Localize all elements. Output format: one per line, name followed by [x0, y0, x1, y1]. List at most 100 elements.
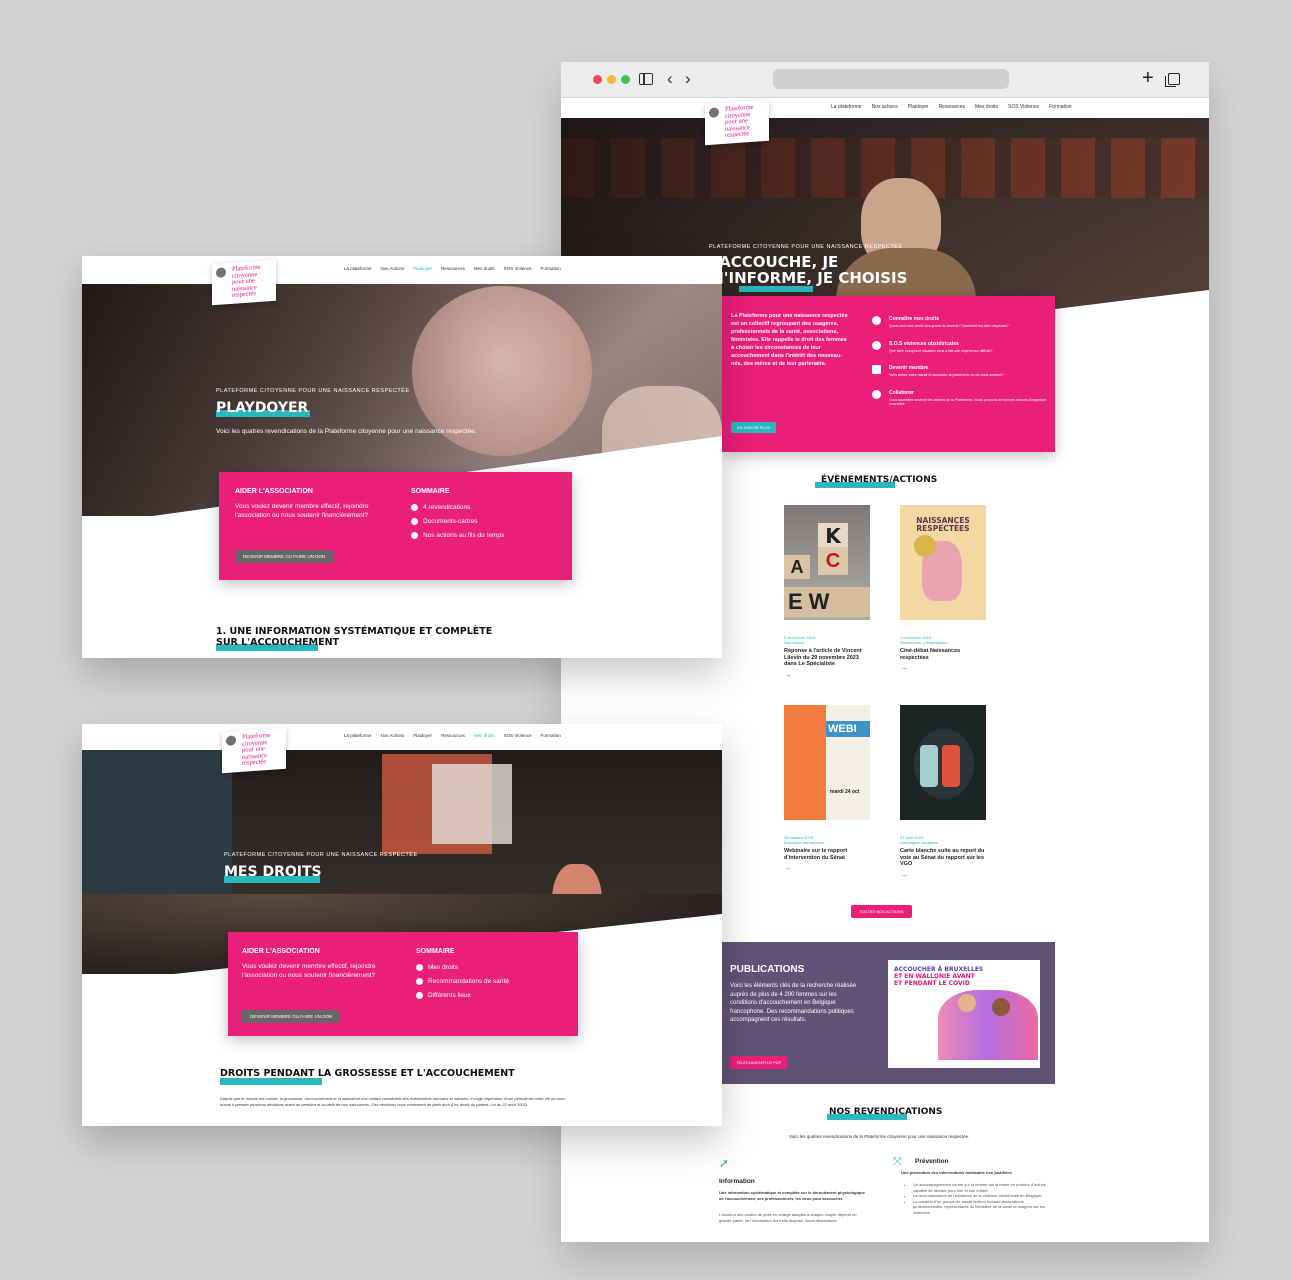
intro-item-member[interactable]: Devenir membre Vous aimez notre travail e…: [872, 365, 1047, 378]
prevention-lead: Une prévention des interventions médical…: [901, 1170, 1012, 1175]
summary-item[interactable]: Recommandations de santé: [416, 978, 509, 985]
event-card[interactable]: NAISSANCES RESPECTÉES 1 novembre 2023 Re…: [900, 505, 988, 672]
summary-item[interactable]: Différents lieux: [416, 992, 509, 999]
mes-droits-pink-box: AIDER L'ASSOCIATION Vous voulez devenir …: [228, 932, 578, 1036]
summary-item[interactable]: Nos actions au fils du temps: [411, 532, 504, 539]
id-card-icon: [872, 365, 881, 374]
site-logo[interactable]: Plateforme citoyenne pour une naissance …: [705, 99, 769, 145]
nav-nos-actions[interactable]: Nos Actions: [381, 266, 405, 271]
help-text: Vous voulez devenir membre effectif, rej…: [235, 503, 369, 519]
plaidoyer-nav: La plateforme Nos Actions Plaidoyer Ress…: [344, 266, 561, 271]
nav-sos-violence[interactable]: SOS Violence: [504, 266, 532, 271]
intro-text: La Plateforme pour une naissance respect…: [731, 313, 848, 367]
publications-title: PUBLICATIONS: [730, 964, 805, 975]
nav-la-plateforme[interactable]: La plateforme: [344, 266, 372, 271]
mes-droits-navbar: La plateforme Nos Actions Plaidoyer Ress…: [82, 724, 722, 750]
become-member-button[interactable]: DEVENIR MEMBRE OU FAIRE UN DON: [242, 1010, 341, 1023]
publications-block: PUBLICATIONS Voici les éléments clés de …: [722, 942, 1055, 1084]
sidebar-toggle-icon[interactable]: [639, 73, 653, 85]
event-image-blocks: K A C EW: [784, 505, 870, 620]
nav-mes-droits[interactable]: Mes droits: [975, 104, 998, 110]
information-lead: Une information systématique et complète…: [719, 1190, 865, 1201]
events-heading: ÉVÈNEMENTS/ACTIONS: [821, 475, 938, 485]
maximize-window-button[interactable]: [621, 75, 630, 84]
forward-chevron-icon[interactable]: ›: [685, 70, 691, 88]
mes-droits-nav: La plateforme Nos Actions Plaidoyer Ress…: [344, 733, 561, 738]
minimize-window-button[interactable]: [607, 75, 616, 84]
event-image-traffic-light: [900, 705, 986, 820]
plaidoyer-page: La plateforme Nos Actions Plaidoyer Ress…: [82, 256, 722, 658]
publication-cover-title: ACCOUCHER À BRUXELLES ET EN WALLONIE AVA…: [894, 966, 984, 987]
back-chevron-icon[interactable]: ‹: [667, 70, 673, 88]
mes-droits-body: Depuis que le monde est monde, la grosse…: [220, 1096, 566, 1107]
nav-sos-violence[interactable]: SOS Violence: [1008, 104, 1039, 110]
plaidoyer-navbar: La plateforme Nos Actions Plaidoyer Ress…: [82, 256, 722, 284]
help-text: Vous voulez devenir membre effectif, rej…: [242, 963, 376, 979]
intro-links: Connaître mes droits Quels sont mes droit…: [872, 316, 1047, 407]
intro-box: La Plateforme pour une naissance respect…: [722, 296, 1055, 452]
nav-sos-violence[interactable]: SOS Violence: [504, 733, 532, 738]
summary-item[interactable]: 4 revendications: [411, 504, 504, 511]
event-card[interactable]: K A C EW 5 décembre 2023 Non classé Répo…: [784, 505, 872, 679]
arrow-right-icon: →: [784, 669, 792, 679]
summary-item[interactable]: Documents-cadres: [411, 518, 504, 525]
nav-formation[interactable]: Formation: [541, 266, 561, 271]
nav-ressources[interactable]: Ressources: [441, 733, 465, 738]
nav-nos-actions[interactable]: Nos actions: [872, 104, 898, 110]
nav-plaidoyer[interactable]: Plaidoyer: [908, 104, 929, 110]
publications-text: Voici les éléments clés de la recherche …: [730, 983, 857, 1023]
nav-ressources[interactable]: Ressources: [939, 104, 965, 110]
prevention-title: Prévention: [915, 1158, 949, 1165]
plaidoyer-kicker: PLATEFORME CITOYENNE POUR UNE NAISSANCE …: [216, 388, 410, 394]
information-body: L'accès à des modes de prise en charge a…: [719, 1212, 857, 1223]
hero-kicker: PLATEFORME CITOYENNE POUR UNE NAISSANCE …: [709, 244, 903, 250]
intro-more-button[interactable]: EN SAVOIR PLUS: [731, 422, 777, 433]
summary-list: 4 revendications Documents-cadres Nos ac…: [411, 504, 504, 539]
all-actions-button[interactable]: TOUTES NOS ACTIONS: [851, 905, 912, 918]
nav-mes-droits[interactable]: Mes droits: [474, 266, 495, 271]
publication-cover-image[interactable]: ACCOUCHER À BRUXELLES ET EN WALLONIE AVA…: [888, 960, 1040, 1068]
summary-item[interactable]: Mes droits: [416, 964, 509, 971]
download-pdf-button[interactable]: TÉLÉCHARGER LE PDF: [730, 1056, 788, 1069]
paper-plane-icon: ➚: [719, 1156, 730, 1170]
handshake-icon: [872, 389, 881, 399]
close-window-button[interactable]: [593, 75, 602, 84]
plaidoyer-pink-box: AIDER L'ASSOCIATION Vous voulez devenir …: [219, 472, 572, 580]
expand-arrows-icon: ⤧: [893, 1156, 902, 1168]
intro-item-rights[interactable]: Connaître mes droits Quels sont mes droit…: [872, 316, 1047, 329]
mes-droits-kicker: PLATEFORME CITOYENNE POUR UNE NAISSANCE …: [224, 852, 418, 858]
intro-item-sos[interactable]: S.O.S violences obstétricales Que faire l…: [872, 340, 1047, 354]
location-arrow-icon: [416, 992, 423, 999]
information-title: Information: [719, 1178, 755, 1185]
arrow-right-icon: →: [784, 863, 792, 872]
nav-plaidoyer[interactable]: Plaidoyer: [413, 733, 432, 738]
clock-icon: [411, 532, 418, 539]
new-tab-plus-icon[interactable]: +: [1142, 68, 1154, 88]
summary-title: SOMMAIRE: [411, 488, 450, 495]
nav-la-plateforme[interactable]: La plateforme: [344, 733, 372, 738]
event-card[interactable]: WEBI mardi 24 oct 26 octobre 2023 Éducat…: [784, 705, 872, 872]
summary-list: Mes droits Recommandations de santé Diff…: [416, 964, 509, 999]
nav-la-plateforme[interactable]: La plateforme: [831, 104, 862, 110]
site-logo[interactable]: Plateforme citoyenne pour une naissance …: [222, 727, 286, 773]
tab-overview-icon[interactable]: [1165, 73, 1180, 87]
nav-formation[interactable]: Formation: [1049, 104, 1072, 110]
become-member-button[interactable]: DEVENIR MEMBRE OU FAIRE UN DON: [235, 550, 334, 563]
plaidoyer-section-title: 1. UNE INFORMATION SYSTÉMATIQUE ET COMPL…: [216, 626, 493, 648]
intro-item-collaborate[interactable]: Collaborer Vous souhaitez soutenir les ac…: [872, 389, 1047, 407]
nav-plaidoyer[interactable]: Plaidoyer: [413, 266, 432, 271]
address-bar[interactable]: [773, 69, 1009, 89]
phone-icon: [872, 340, 881, 350]
nav-mes-droits[interactable]: Mes droits: [474, 733, 495, 738]
event-card[interactable]: 27 avril 2023 Campagne, réalisées Carte …: [900, 705, 988, 879]
diamond-icon: [411, 504, 418, 511]
nav-formation[interactable]: Formation: [541, 733, 561, 738]
mes-droits-section-title: DROITS PENDANT LA GROSSESSE ET L'ACCOUCH…: [220, 1068, 515, 1079]
document-icon: [411, 518, 418, 525]
browser-toolbar: ‹ › +: [561, 62, 1209, 98]
nav-ressources[interactable]: Ressources: [441, 266, 465, 271]
scale-icon: [416, 964, 423, 971]
nav-nos-actions[interactable]: Nos Actions: [381, 733, 405, 738]
plaidoyer-title: PLAYDOYER: [216, 400, 309, 416]
site-logo[interactable]: Plateforme citoyenne pour une naissance …: [212, 259, 276, 305]
